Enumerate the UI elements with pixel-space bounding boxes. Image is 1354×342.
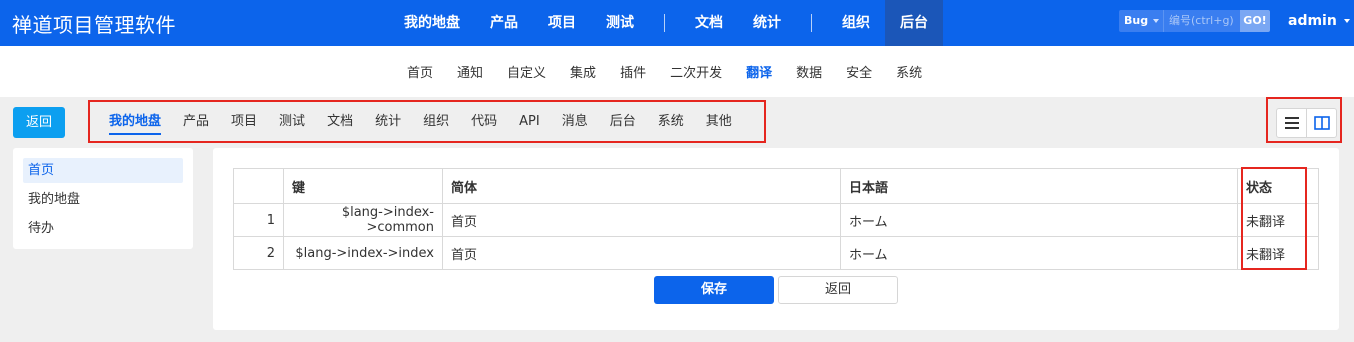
side-menu: 首页 我的地盘 待办: [13, 148, 193, 249]
search-type-select[interactable]: Bug: [1119, 10, 1163, 32]
top-header: 禅道项目管理软件 我的地盘 产品 项目 测试 文档 统计 组织 后台 Bug 编…: [0, 0, 1354, 46]
app-title[interactable]: 禅道项目管理软件: [12, 9, 176, 38]
module-tab-project[interactable]: 项目: [220, 102, 268, 141]
list-icon: [1284, 117, 1299, 129]
view-toggle: [1276, 108, 1337, 138]
split-view-button[interactable]: [1306, 109, 1336, 137]
status-column-highlight: [1241, 167, 1307, 270]
subnav-data[interactable]: 数据: [784, 62, 834, 81]
side-item-my[interactable]: 我的地盘: [23, 187, 183, 212]
row-zh: 首页: [442, 236, 841, 270]
back-button[interactable]: 返回: [13, 107, 65, 138]
col-zh: 简体: [442, 168, 841, 204]
row-index: 2: [233, 236, 284, 270]
module-tab-company[interactable]: 组织: [412, 102, 460, 141]
side-item-todo[interactable]: 待办: [23, 216, 183, 241]
module-tab-my[interactable]: 我的地盘: [98, 102, 172, 141]
subnav-translate[interactable]: 翻译: [734, 62, 784, 81]
search-type-label: Bug: [1124, 14, 1149, 27]
chevron-down-icon: [1343, 19, 1350, 23]
module-tab-test[interactable]: 测试: [268, 102, 316, 141]
row-ja-input[interactable]: ホーム: [840, 203, 1238, 237]
translate-panel: 键 简体 日本語 状态 1 $lang->index->common 首页 ホー…: [213, 148, 1339, 330]
row-index: 1: [233, 203, 284, 237]
nav-test[interactable]: 测试: [591, 0, 649, 46]
col-ja: 日本語: [840, 168, 1238, 204]
side-item-home[interactable]: 首页: [23, 158, 183, 183]
nav-admin[interactable]: 后台: [885, 0, 943, 46]
module-tab-doc[interactable]: 文档: [316, 102, 364, 141]
subnav-integration[interactable]: 集成: [558, 62, 608, 81]
view-toggle-highlight: [1266, 97, 1342, 143]
subnav-home[interactable]: 首页: [395, 62, 445, 81]
subnav-extension[interactable]: 插件: [608, 62, 658, 81]
module-tab-other[interactable]: 其他: [695, 102, 743, 141]
module-tab-report[interactable]: 统计: [364, 102, 412, 141]
module-tab-code[interactable]: 代码: [460, 102, 508, 141]
module-tab-product[interactable]: 产品: [172, 102, 220, 141]
module-tab-admin[interactable]: 后台: [599, 102, 647, 141]
user-name: admin: [1288, 13, 1337, 29]
row-key: $lang->index->index: [283, 236, 443, 270]
nav-project[interactable]: 项目: [533, 0, 591, 46]
subnav-custom[interactable]: 自定义: [495, 62, 558, 81]
translation-table: 键 简体 日本語 状态 1 $lang->index->common 首页 ホー…: [233, 168, 1319, 270]
save-button[interactable]: 保存: [654, 276, 774, 304]
nav-my[interactable]: 我的地盘: [389, 0, 475, 46]
table-header-row: 键 简体 日本語 状态: [233, 168, 1319, 204]
nav-divider: [664, 14, 665, 32]
col-key: 键: [283, 168, 443, 204]
subnav-dev[interactable]: 二次开发: [658, 62, 734, 81]
nav-doc[interactable]: 文档: [680, 0, 738, 46]
row-ja-input[interactable]: ホーム: [840, 236, 1238, 270]
main-nav: 我的地盘 产品 项目 测试 文档 统计 组织 后台: [389, 0, 943, 46]
row-key: $lang->index->common: [283, 203, 443, 237]
user-menu[interactable]: admin: [1288, 13, 1350, 29]
admin-subnav: 首页 通知 自定义 集成 插件 二次开发 翻译 数据 安全 系统: [0, 46, 1354, 97]
table-row: 1 $lang->index->common 首页 ホーム 未翻译: [233, 203, 1319, 237]
search-input[interactable]: 编号(ctrl+g): [1163, 10, 1240, 32]
subnav-security[interactable]: 安全: [834, 62, 884, 81]
row-zh: 首页: [442, 203, 841, 237]
subnav-system[interactable]: 系统: [884, 62, 934, 81]
nav-divider: [811, 14, 812, 32]
nav-company[interactable]: 组织: [827, 0, 885, 46]
columns-icon: [1313, 116, 1330, 130]
global-search: Bug 编号(ctrl+g) GO!: [1119, 10, 1270, 32]
subnav-message[interactable]: 通知: [445, 62, 495, 81]
search-go-button[interactable]: GO!: [1240, 10, 1270, 32]
module-tab-api[interactable]: API: [508, 102, 551, 141]
module-tabs: 我的地盘 产品 项目 测试 文档 统计 组织 代码 API 消息 后台 系统 其…: [88, 100, 766, 143]
col-index: [233, 168, 284, 204]
module-tab-system[interactable]: 系统: [647, 102, 695, 141]
list-view-button[interactable]: [1277, 109, 1306, 137]
nav-product[interactable]: 产品: [475, 0, 533, 46]
module-tab-message[interactable]: 消息: [551, 102, 599, 141]
chevron-down-icon: [1153, 19, 1159, 23]
cancel-back-button[interactable]: 返回: [778, 276, 898, 304]
table-row: 2 $lang->index->index 首页 ホーム 未翻译: [233, 236, 1319, 270]
nav-report[interactable]: 统计: [738, 0, 796, 46]
